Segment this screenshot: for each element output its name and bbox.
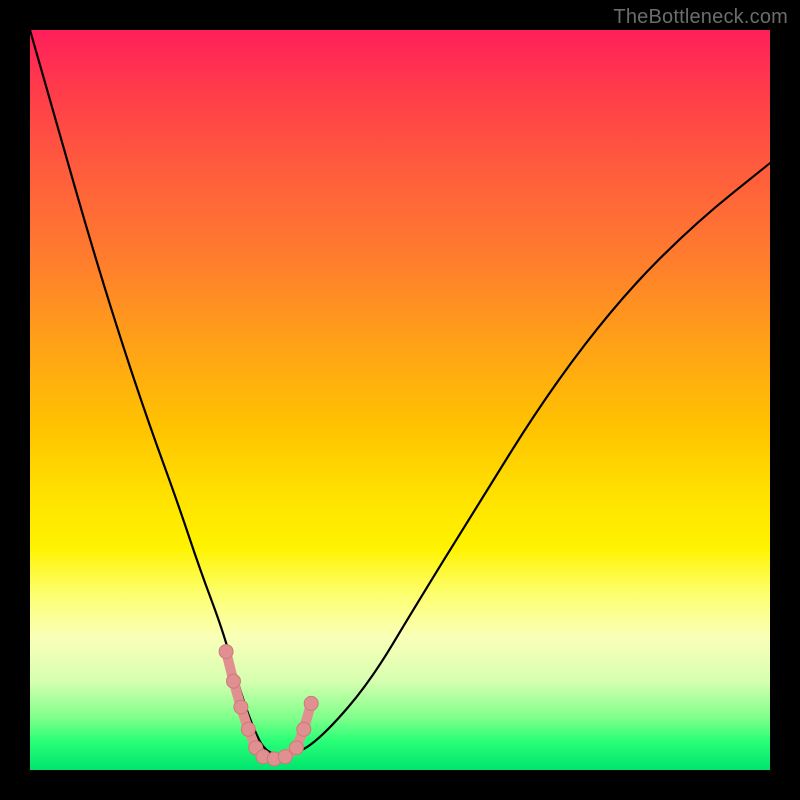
plot-area (30, 30, 770, 770)
trough-marker (297, 722, 311, 736)
trough-marker (241, 722, 255, 736)
chart-svg (30, 30, 770, 770)
trough-marker (234, 700, 248, 714)
trough-marker (227, 674, 241, 688)
watermark-text: TheBottleneck.com (613, 6, 788, 29)
trough-marker (304, 696, 318, 710)
trough-marker (219, 645, 233, 659)
bottleneck-curve (30, 30, 770, 755)
trough-marker (289, 741, 303, 755)
chart-frame: TheBottleneck.com (0, 0, 800, 800)
